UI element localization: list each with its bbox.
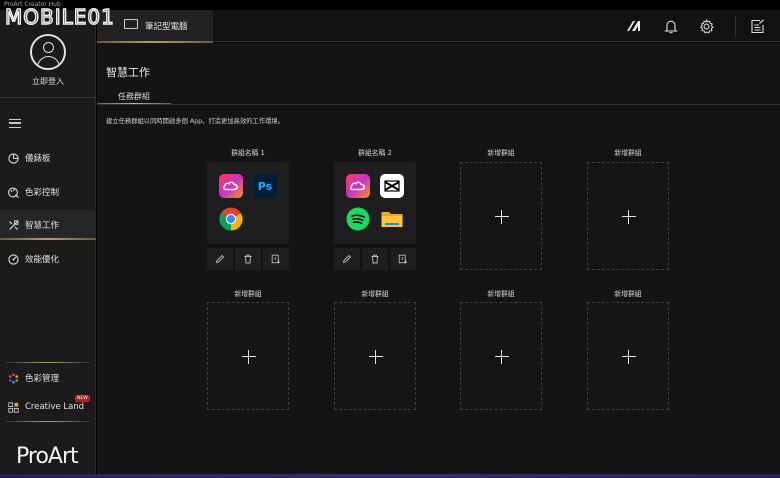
sidebar-item-performance[interactable]: 效能優化 <box>0 244 96 274</box>
add-group-slot[interactable] <box>207 302 289 410</box>
trash-icon <box>244 254 252 264</box>
edit-button[interactable] <box>334 248 360 270</box>
subtab-divider <box>97 104 780 105</box>
trash-icon <box>371 254 379 264</box>
add-group-slot[interactable] <box>587 302 669 410</box>
photoshop-icon: Ps <box>253 174 277 198</box>
mobile01-watermark-logo: MOBILE01 <box>4 4 165 30</box>
add-group-slot[interactable] <box>587 162 669 270</box>
launch-group-button[interactable] <box>263 248 289 270</box>
launch-group-button[interactable] <box>390 248 416 270</box>
sidebar-item-smart-work[interactable]: 智慧工作 <box>0 210 96 240</box>
plus-icon <box>622 350 636 364</box>
sidebar-item-color-management[interactable]: 色彩管理 <box>0 363 96 393</box>
sidebar-item-label: 色彩管理 <box>25 374 60 384</box>
user-avatar-icon[interactable] <box>30 34 66 70</box>
performance-icon <box>8 253 19 265</box>
delete-button[interactable] <box>235 248 261 270</box>
task-group-card[interactable]: Ps <box>207 162 289 244</box>
topbar-separator <box>735 16 736 36</box>
add-group-title: 新增群組 <box>487 149 515 157</box>
add-group-title: 新增群組 <box>614 149 642 157</box>
tab-task-groups[interactable]: 任務群組 <box>97 87 171 105</box>
main-content: 智慧工作 任務群組 建立任務群組以同時開啟多個 App。打造更加高效的工作環境。… <box>97 43 780 478</box>
add-group-title: 新增群組 <box>487 290 515 298</box>
add-group-slot[interactable] <box>460 302 542 410</box>
plus-icon <box>495 210 509 224</box>
login-link[interactable]: 立即登入 <box>0 76 96 87</box>
capcut-icon <box>380 174 404 198</box>
add-group-title: 新增群組 <box>234 290 262 298</box>
bell-icon[interactable] <box>663 18 679 34</box>
plus-icon <box>242 350 256 364</box>
asus-brand-icon[interactable] <box>626 18 642 34</box>
sidebar-gold-divider <box>6 421 90 422</box>
add-group-slot[interactable] <box>460 162 542 270</box>
creative-cloud-icon <box>219 174 243 198</box>
spotify-icon <box>346 207 370 231</box>
plus-icon <box>622 210 636 224</box>
hamburger-menu-icon[interactable] <box>9 119 21 128</box>
group-title: 群組名稱 2 <box>358 149 392 157</box>
feedback-icon[interactable] <box>749 18 765 34</box>
gear-icon[interactable] <box>698 18 714 34</box>
color-control-icon <box>8 187 19 198</box>
plus-icon <box>495 350 509 364</box>
sidebar-item-label: 儀錶板 <box>25 154 51 164</box>
color-wheel-icon <box>8 373 19 384</box>
page-title: 智慧工作 <box>106 66 150 79</box>
dashboard-icon <box>8 152 19 164</box>
pencil-icon <box>215 254 225 264</box>
watermark-text: MOBILE01 <box>5 5 115 29</box>
edit-button[interactable] <box>207 248 233 270</box>
group-actions <box>207 248 289 270</box>
file-explorer-icon <box>380 207 404 231</box>
smart-work-icon <box>8 219 19 231</box>
taskbar-strip <box>0 474 780 478</box>
launch-icon <box>271 254 281 264</box>
new-badge: NEW <box>75 395 90 402</box>
proart-brand-logo: ProArt <box>16 444 79 469</box>
task-group-card[interactable] <box>334 162 416 244</box>
top-bar: 筆記型電腦 <box>97 10 780 43</box>
add-group-title: 新增群組 <box>361 290 389 298</box>
chrome-icon <box>219 207 243 231</box>
group-title: 群組名稱 1 <box>231 149 265 157</box>
sidebar: 立即登入 儀錶板 色彩控制 智慧工作 效能優化 色彩管理 Creative La… <box>0 10 96 478</box>
page-description: 建立任務群組以同時開啟多個 App。打造更加高效的工作環境。 <box>106 118 285 125</box>
sidebar-item-label: 色彩控制 <box>25 188 60 198</box>
launch-icon <box>398 254 408 264</box>
sidebar-item-label: 智慧工作 <box>25 221 60 231</box>
sidebar-item-label: Creative Land <box>25 402 85 412</box>
pencil-icon <box>342 254 352 264</box>
sidebar-divider <box>0 97 96 98</box>
group-actions <box>334 248 416 270</box>
sidebar-item-label: 效能優化 <box>25 255 60 265</box>
creative-cloud-icon <box>346 174 370 198</box>
sidebar-item-color-control[interactable]: 色彩控制 <box>0 177 96 207</box>
creative-land-icon <box>8 401 19 413</box>
plus-icon <box>369 350 383 364</box>
add-group-title: 新增群組 <box>614 290 642 298</box>
sidebar-item-dashboard[interactable]: 儀錶板 <box>0 143 96 173</box>
add-group-slot[interactable] <box>334 302 416 410</box>
delete-button[interactable] <box>362 248 388 270</box>
